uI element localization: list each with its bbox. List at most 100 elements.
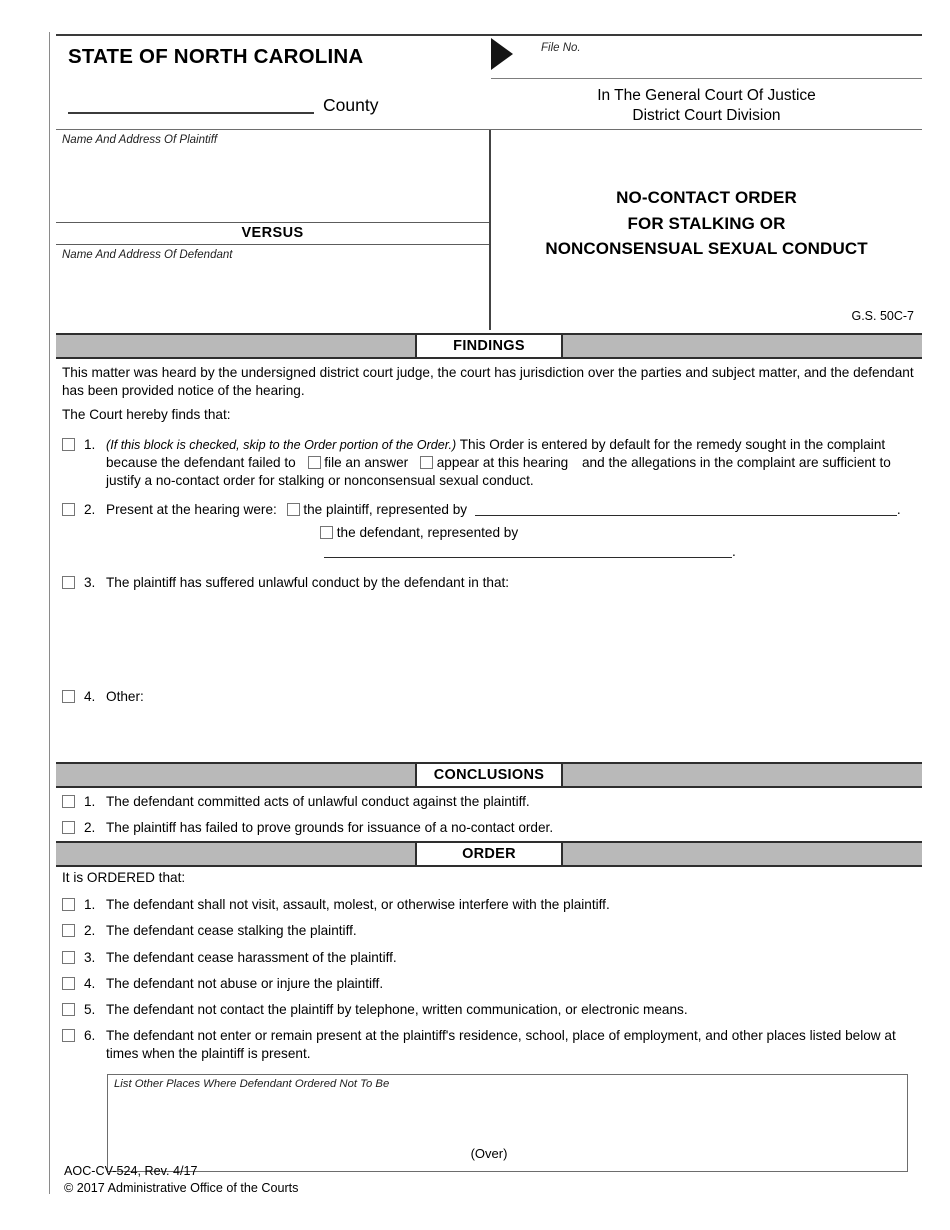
findings-item-1: 1. (If this block is checked, skip to th… bbox=[56, 436, 922, 491]
findings-item-1-checkbox[interactable] bbox=[62, 437, 75, 451]
order-item-6-checkbox[interactable] bbox=[62, 1029, 75, 1043]
order-item-5-checkbox[interactable] bbox=[62, 1003, 75, 1017]
conclusions-item: 1. The defendant committed acts of unlaw… bbox=[56, 793, 922, 811]
findings-item-4-checkbox[interactable] bbox=[62, 690, 75, 704]
findings-item-3-checkbox[interactable] bbox=[62, 575, 75, 589]
order-item-6-text: The defendant not enter or remain presen… bbox=[106, 1028, 896, 1062]
order-item-3-checkbox[interactable] bbox=[62, 950, 75, 964]
conclusions-item-1-number: 1. bbox=[84, 794, 96, 809]
conclusions-item: 2. The plaintiff has failed to prove gro… bbox=[56, 819, 922, 837]
caption-block: Name And Address Of Plaintiff VERSUS Nam… bbox=[56, 129, 922, 331]
state-title: STATE OF NORTH CAROLINA bbox=[68, 45, 364, 68]
statute-citation: G.S. 50C-7 bbox=[851, 309, 914, 324]
order-item-2-checkbox[interactable] bbox=[62, 924, 75, 938]
plaintiff-address-box[interactable]: Name And Address Of Plaintiff bbox=[56, 130, 489, 222]
findings-item-3-text: The plaintiff has suffered unlawful cond… bbox=[106, 574, 510, 590]
header-top-row: STATE OF NORTH CAROLINA County File No. … bbox=[56, 34, 922, 129]
findings-band-title: FINDINGS bbox=[415, 333, 563, 359]
findings-intro-paragraph-2: The Court hereby finds that: bbox=[62, 407, 231, 423]
order-item-4-text: The defendant not abuse or injure the pl… bbox=[106, 975, 384, 991]
order-item-4-number: 4. bbox=[84, 975, 96, 991]
plaintiff-label: Name And Address Of Plaintiff bbox=[62, 134, 218, 147]
order-item: 2. The defendant cease stalking the plai… bbox=[56, 922, 922, 940]
findings-item-4: 4. Other: bbox=[56, 688, 922, 706]
document-title-column: NO-CONTACT ORDER FOR STALKING OR NONCONS… bbox=[491, 130, 922, 330]
findings-item-3: 3. The plaintiff has suffered unlawful c… bbox=[56, 574, 922, 592]
findings-item-3-number: 3. bbox=[84, 574, 96, 590]
triangle-marker-icon bbox=[491, 38, 513, 70]
findings-item-2: 2. Present at the hearing were: the plai… bbox=[56, 501, 922, 561]
conclusions-item-1-text: The defendant committed acts of unlawful… bbox=[106, 794, 530, 809]
findings-item-2-checkbox[interactable] bbox=[62, 503, 75, 517]
county-label: County bbox=[323, 95, 379, 116]
order-band-bar: ORDER bbox=[56, 841, 922, 867]
order-item: 3. The defendant cease harassment of the… bbox=[56, 949, 922, 967]
court-name-line: In The General Court Of Justice bbox=[597, 87, 816, 104]
order-item-1-text: The defendant shall not visit, assault, … bbox=[106, 897, 610, 913]
copyright-notice: © 2017 Administrative Office of the Cour… bbox=[64, 1181, 299, 1195]
findings-item-2-defendant-checkbox[interactable] bbox=[320, 526, 333, 540]
conclusions-band-title: CONCLUSIONS bbox=[415, 762, 563, 788]
findings-item-1-note: (If this block is checked, skip to the O… bbox=[106, 437, 457, 452]
conclusions-item-2-text: The plaintiff has failed to prove ground… bbox=[106, 820, 554, 836]
findings-item-2-defendant-attorney-line[interactable] bbox=[324, 544, 732, 558]
findings-item-1-option-a-checkbox[interactable] bbox=[307, 455, 321, 469]
court-division-line: District Court Division bbox=[632, 106, 781, 124]
form-header: STATE OF NORTH CAROLINA County File No. … bbox=[56, 34, 922, 331]
order-item-2-text: The defendant cease stalking the plainti… bbox=[106, 923, 357, 939]
header-state-block: STATE OF NORTH CAROLINA County bbox=[56, 36, 491, 129]
findings-item-1-option-b-checkbox[interactable] bbox=[419, 455, 433, 469]
order-band: ORDER bbox=[56, 841, 922, 867]
findings-item-2-row-b: the defendant, represented by . bbox=[106, 524, 906, 560]
findings-item-2-plaintiff-checkbox[interactable] bbox=[286, 503, 300, 517]
parties-column: Name And Address Of Plaintiff VERSUS Nam… bbox=[56, 130, 491, 331]
other-places-listbox-label: List Other Places Where Defendant Ordere… bbox=[114, 1077, 390, 1090]
findings-item-4-text: Other: bbox=[106, 689, 144, 705]
order-item: 1. The defendant shall not visit, assaul… bbox=[56, 896, 922, 914]
findings-item-3-write-area[interactable] bbox=[56, 592, 922, 688]
conclusions-item-1-checkbox[interactable] bbox=[62, 795, 75, 808]
form-page: STATE OF NORTH CAROLINA County File No. … bbox=[0, 0, 950, 1230]
order-item-4-checkbox[interactable] bbox=[62, 976, 75, 990]
document-title: NO-CONTACT ORDER FOR STALKING OR NONCONS… bbox=[491, 130, 922, 260]
order-item: 4. The defendant not abuse or injure the… bbox=[56, 975, 922, 993]
order-item-3-number: 3. bbox=[84, 949, 96, 965]
order-item-3-text: The defendant cease harassment of the pl… bbox=[106, 949, 397, 965]
order-intro: It is ORDERED that: bbox=[62, 870, 186, 885]
order-item-5-text: The defendant not contact the plaintiff … bbox=[106, 1002, 688, 1018]
findings-item-2-number: 2. bbox=[84, 502, 96, 518]
defendant-address-box[interactable]: Name And Address Of Defendant bbox=[56, 245, 489, 330]
document-title-line-2: FOR STALKING OR bbox=[627, 213, 786, 233]
findings-intro-paragraph: This matter was heard by the undersigned… bbox=[62, 365, 914, 399]
findings-band: FINDINGS bbox=[56, 333, 922, 359]
order-item-1-checkbox[interactable] bbox=[62, 898, 75, 912]
order-section: It is ORDERED that: 1. The defendant sha… bbox=[56, 869, 922, 1172]
order-item: 6. The defendant not enter or remain pre… bbox=[56, 1027, 922, 1063]
order-band-title: ORDER bbox=[415, 841, 563, 867]
court-division-block: In The General Court Of Justice District… bbox=[491, 79, 922, 129]
findings-item-4-number: 4. bbox=[84, 689, 96, 705]
findings-section: This matter was heard by the undersigned… bbox=[56, 357, 922, 801]
conclusions-section: 1. The defendant committed acts of unlaw… bbox=[56, 793, 922, 837]
order-item-1-number: 1. bbox=[84, 897, 96, 913]
form-id: AOC-CV-524, Rev. 4/17 bbox=[64, 1164, 198, 1178]
findings-item-2-body: Present at the hearing were: the plainti… bbox=[106, 501, 906, 561]
findings-item-1-option-b-label: appear at this hearing bbox=[436, 454, 569, 470]
findings-item-1-number: 1. bbox=[84, 436, 96, 452]
conclusions-item-2-checkbox[interactable] bbox=[62, 821, 75, 835]
county-row: County bbox=[68, 88, 491, 114]
left-margin-rule bbox=[49, 32, 50, 1194]
over-indicator: (Over) bbox=[470, 1146, 508, 1161]
county-input-line[interactable] bbox=[68, 93, 314, 114]
header-court-block: File No. In The General Court Of Justice… bbox=[491, 36, 922, 129]
findings-item-2-row-a: Present at the hearing were: the plainti… bbox=[106, 501, 906, 519]
file-number-field[interactable]: File No. bbox=[491, 36, 922, 79]
versus-divider: VERSUS bbox=[56, 222, 489, 246]
conclusions-band: CONCLUSIONS bbox=[56, 762, 922, 788]
order-item-6-number: 6. bbox=[84, 1028, 96, 1044]
findings-item-2-defendant-label: the defendant, represented by bbox=[336, 525, 519, 541]
file-number-label: File No. bbox=[541, 42, 581, 54]
findings-item-2-plaintiff-attorney-line[interactable] bbox=[474, 502, 897, 517]
findings-item-1-option-a-label: file an answer bbox=[324, 454, 409, 470]
order-item-5-number: 5. bbox=[84, 1002, 96, 1018]
